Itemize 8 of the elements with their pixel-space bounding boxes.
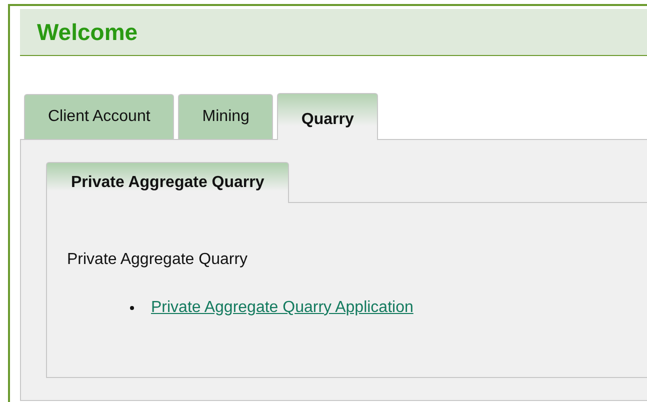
- tab[interactable]: Client Account: [24, 94, 174, 139]
- tab[interactable]: Mining: [178, 94, 274, 139]
- section-heading: Private Aggregate Quarry: [67, 251, 249, 269]
- application-link[interactable]: Private Aggregate Quarry Application: [151, 299, 414, 317]
- tab[interactable]: Private Aggregate Quarry: [46, 162, 290, 203]
- bullet-icon: [130, 306, 134, 310]
- tab[interactable]: Quarry: [277, 93, 378, 140]
- page-title: Welcome: [37, 18, 138, 46]
